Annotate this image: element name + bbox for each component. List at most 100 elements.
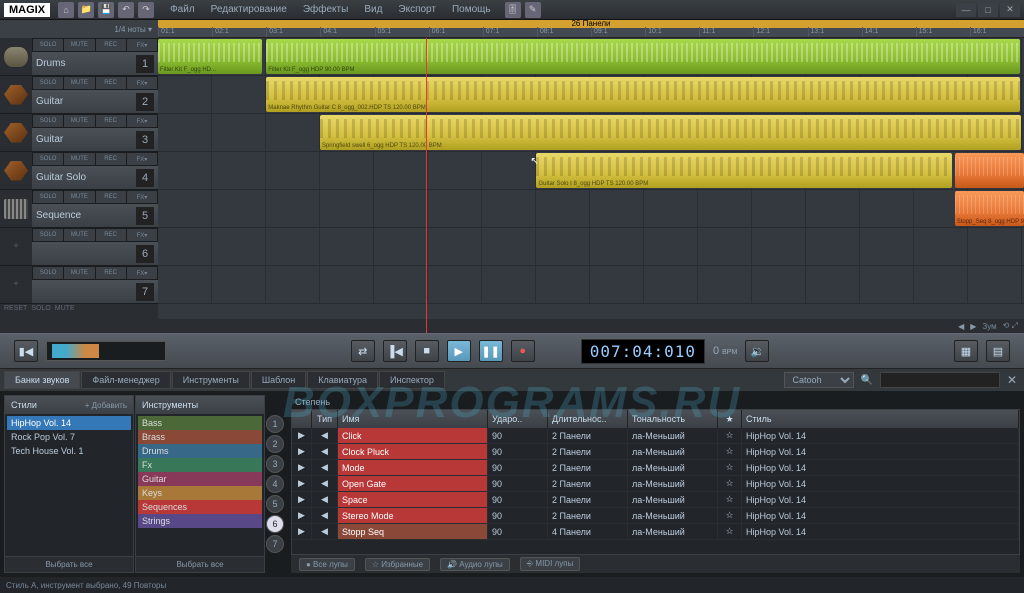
search-icon[interactable]: 🔍 bbox=[858, 375, 876, 386]
clip-guitar-1[interactable]: Maknae Rhythm Guitar C 8_ogg_002.HDP TS … bbox=[266, 77, 1019, 112]
loop-row[interactable]: ▶◀Mode902 Панелила-Меньший☆HipHop Vol. 1… bbox=[292, 460, 1019, 476]
clip-drums-1[interactable]: Filter Kit F_ogg HD... bbox=[158, 39, 262, 74]
filter-all-loops[interactable]: ● Все лупы bbox=[299, 558, 355, 571]
track-mute-button[interactable]: MUTE bbox=[64, 191, 94, 203]
col-type[interactable]: Тип bbox=[312, 410, 338, 428]
styles-list[interactable]: HipHop Vol. 14Rock Pop Vol. 7Tech House … bbox=[5, 414, 133, 556]
loop-row[interactable]: ▶◀Space902 Панелила-Меньший☆HipHop Vol. … bbox=[292, 492, 1019, 508]
step-button[interactable]: 4 bbox=[266, 475, 284, 493]
play-icon[interactable]: ▶ bbox=[292, 444, 312, 459]
undo-icon[interactable]: ↶ bbox=[118, 2, 134, 18]
col-star[interactable]: ★ bbox=[718, 410, 742, 428]
timecode-display[interactable]: 007:04:010 bbox=[581, 339, 705, 364]
track-header[interactable]: SOLOMUTERECFX▾Guitar3 bbox=[0, 114, 158, 152]
track-rec-button[interactable]: REC bbox=[96, 191, 126, 203]
track-solo-button[interactable]: SOLO bbox=[33, 191, 63, 203]
step-button[interactable]: 2 bbox=[266, 435, 284, 453]
track-rec-button[interactable]: REC bbox=[96, 115, 126, 127]
nav-right-icon[interactable]: ▶ bbox=[970, 322, 976, 331]
col-hit[interactable]: Ударо.. bbox=[488, 410, 548, 428]
col-style[interactable]: Стиль bbox=[742, 410, 1019, 428]
add-style-button[interactable]: + Добавить bbox=[85, 401, 127, 410]
nav-left-icon[interactable]: ◀ bbox=[958, 322, 964, 331]
loop-fav-icon[interactable]: ☆ bbox=[718, 524, 742, 539]
loop-fav-icon[interactable]: ☆ bbox=[718, 476, 742, 491]
playhead[interactable] bbox=[426, 38, 427, 333]
track-header[interactable]: +SOLOMUTERECFX▾7 bbox=[0, 266, 158, 304]
metronome-button[interactable]: 🔉 bbox=[745, 340, 769, 362]
menu-edit[interactable]: Редактирование bbox=[205, 2, 293, 17]
loop-fav-icon[interactable]: ☆ bbox=[718, 508, 742, 523]
step-button[interactable]: 1 bbox=[266, 415, 284, 433]
search-source-select[interactable]: Catooh bbox=[784, 372, 854, 388]
pause-button[interactable]: ❚❚ bbox=[479, 340, 503, 362]
filter-favorites[interactable]: ☆ Избранные bbox=[365, 558, 430, 571]
menu-export[interactable]: Экспорт bbox=[392, 2, 442, 17]
timeline-ruler[interactable]: 26 Панели 01:102:103:104:105:106:107:108… bbox=[158, 20, 1024, 38]
lane-3[interactable]: Springfield swell 6_ogg HDP TS 120.00 BP… bbox=[158, 114, 1024, 152]
track-solo-button[interactable]: SOLO bbox=[33, 267, 63, 279]
browser-tab[interactable]: Инструменты bbox=[172, 371, 250, 389]
track-rec-button[interactable]: REC bbox=[96, 77, 126, 89]
loop-row[interactable]: ▶◀Open Gate902 Панелила-Меньший☆HipHop V… bbox=[292, 476, 1019, 492]
loop-fav-icon[interactable]: ☆ bbox=[718, 492, 742, 507]
lane-6[interactable] bbox=[158, 228, 1024, 266]
loop-row[interactable]: ▶◀Stopp Seq904 Панелила-Меньший☆HipHop V… bbox=[292, 524, 1019, 540]
track-mute-button[interactable]: MUTE bbox=[64, 153, 94, 165]
clip-drums-2[interactable]: Filter Kit F_ogg HDP 90.00 BPM bbox=[266, 39, 1019, 74]
instruments-list[interactable]: BassBrassDrumsFxGuitarKeysSequencesStrin… bbox=[136, 414, 264, 556]
track-header[interactable]: SOLOMUTERECFX▾Guitar Solo4 bbox=[0, 152, 158, 190]
menu-help[interactable]: Помощь bbox=[446, 2, 497, 17]
track-solo-button[interactable]: SOLO bbox=[33, 77, 63, 89]
clip-guitar-2[interactable]: Springfield swell 6_ogg HDP TS 120.00 BP… bbox=[320, 115, 1021, 150]
browser-tab[interactable]: Файл-менеджер bbox=[81, 371, 170, 389]
instrument-item[interactable]: Sequences bbox=[138, 500, 262, 514]
styles-select-all[interactable]: Выбрать все bbox=[5, 556, 133, 572]
track-fx▾-button[interactable]: FX▾ bbox=[127, 229, 157, 241]
track-rec-button[interactable]: REC bbox=[96, 229, 126, 241]
track-fx▾-button[interactable]: FX▾ bbox=[127, 115, 157, 127]
loop-fav-icon[interactable]: ☆ bbox=[718, 428, 742, 443]
arrangement-overview[interactable] bbox=[46, 341, 166, 361]
track-rec-button[interactable]: REC bbox=[96, 153, 126, 165]
zoom-icons[interactable]: ⟲ ⤢ bbox=[1003, 321, 1018, 331]
menu-view[interactable]: Вид bbox=[358, 2, 388, 17]
track-mute-button[interactable]: MUTE bbox=[64, 39, 94, 51]
record-button[interactable]: ● bbox=[511, 340, 535, 362]
close-button[interactable]: ✕ bbox=[1000, 3, 1020, 17]
track-solo-button[interactable]: SOLO bbox=[33, 229, 63, 241]
track-mute-button[interactable]: MUTE bbox=[64, 77, 94, 89]
track-rec-button[interactable]: REC bbox=[96, 267, 126, 279]
search-input[interactable] bbox=[880, 372, 1000, 388]
instrument-item[interactable]: Guitar bbox=[138, 472, 262, 486]
clip-solo-end[interactable] bbox=[955, 153, 1024, 188]
open-icon[interactable]: 📁 bbox=[78, 2, 94, 18]
instrument-item[interactable]: Brass bbox=[138, 430, 262, 444]
play-icon[interactable]: ▶ bbox=[292, 460, 312, 475]
col-key[interactable]: Тональность bbox=[628, 410, 718, 428]
track-fx▾-button[interactable]: FX▾ bbox=[127, 77, 157, 89]
loop-fav-icon[interactable]: ☆ bbox=[718, 460, 742, 475]
mute-master[interactable]: MUTE bbox=[55, 305, 75, 317]
col-name[interactable]: Имя bbox=[338, 410, 488, 428]
filter-audio-loops[interactable]: 🔊 Аудио лупы bbox=[440, 558, 510, 571]
browser-tab[interactable]: Инспектор bbox=[379, 371, 445, 389]
loop-row[interactable]: ▶◀Click902 Панелила-Меньший☆HipHop Vol. … bbox=[292, 428, 1019, 444]
play-icon[interactable]: ▶ bbox=[292, 476, 312, 491]
loop-row[interactable]: ▶◀Stereo Mode902 Панелила-Меньший☆HipHop… bbox=[292, 508, 1019, 524]
instrument-item[interactable]: Fx bbox=[138, 458, 262, 472]
track-rec-button[interactable]: REC bbox=[96, 39, 126, 51]
play-button[interactable]: ▶ bbox=[447, 340, 471, 362]
instrument-item[interactable]: Drums bbox=[138, 444, 262, 458]
maximize-button[interactable]: □ bbox=[978, 3, 998, 17]
home-icon[interactable]: ⌂ bbox=[58, 2, 74, 18]
track-header[interactable]: SOLOMUTERECFX▾Drums1 bbox=[0, 38, 158, 76]
clip-solo[interactable]: Guitar Solo I 8_ogg HDP TS 120.00 BPM bbox=[536, 153, 952, 188]
bpm-display[interactable]: 0 BPM bbox=[713, 345, 737, 357]
track-header[interactable]: SOLOMUTERECFX▾Sequence5 bbox=[0, 190, 158, 228]
track-fx▾-button[interactable]: FX▾ bbox=[127, 153, 157, 165]
loop-fav-icon[interactable]: ☆ bbox=[718, 444, 742, 459]
keyboard-toggle-icon[interactable]: ▤ bbox=[986, 340, 1010, 362]
play-icon[interactable]: ▶ bbox=[292, 492, 312, 507]
beat-division-selector[interactable]: 1/4 ноты ▾ bbox=[0, 20, 158, 38]
